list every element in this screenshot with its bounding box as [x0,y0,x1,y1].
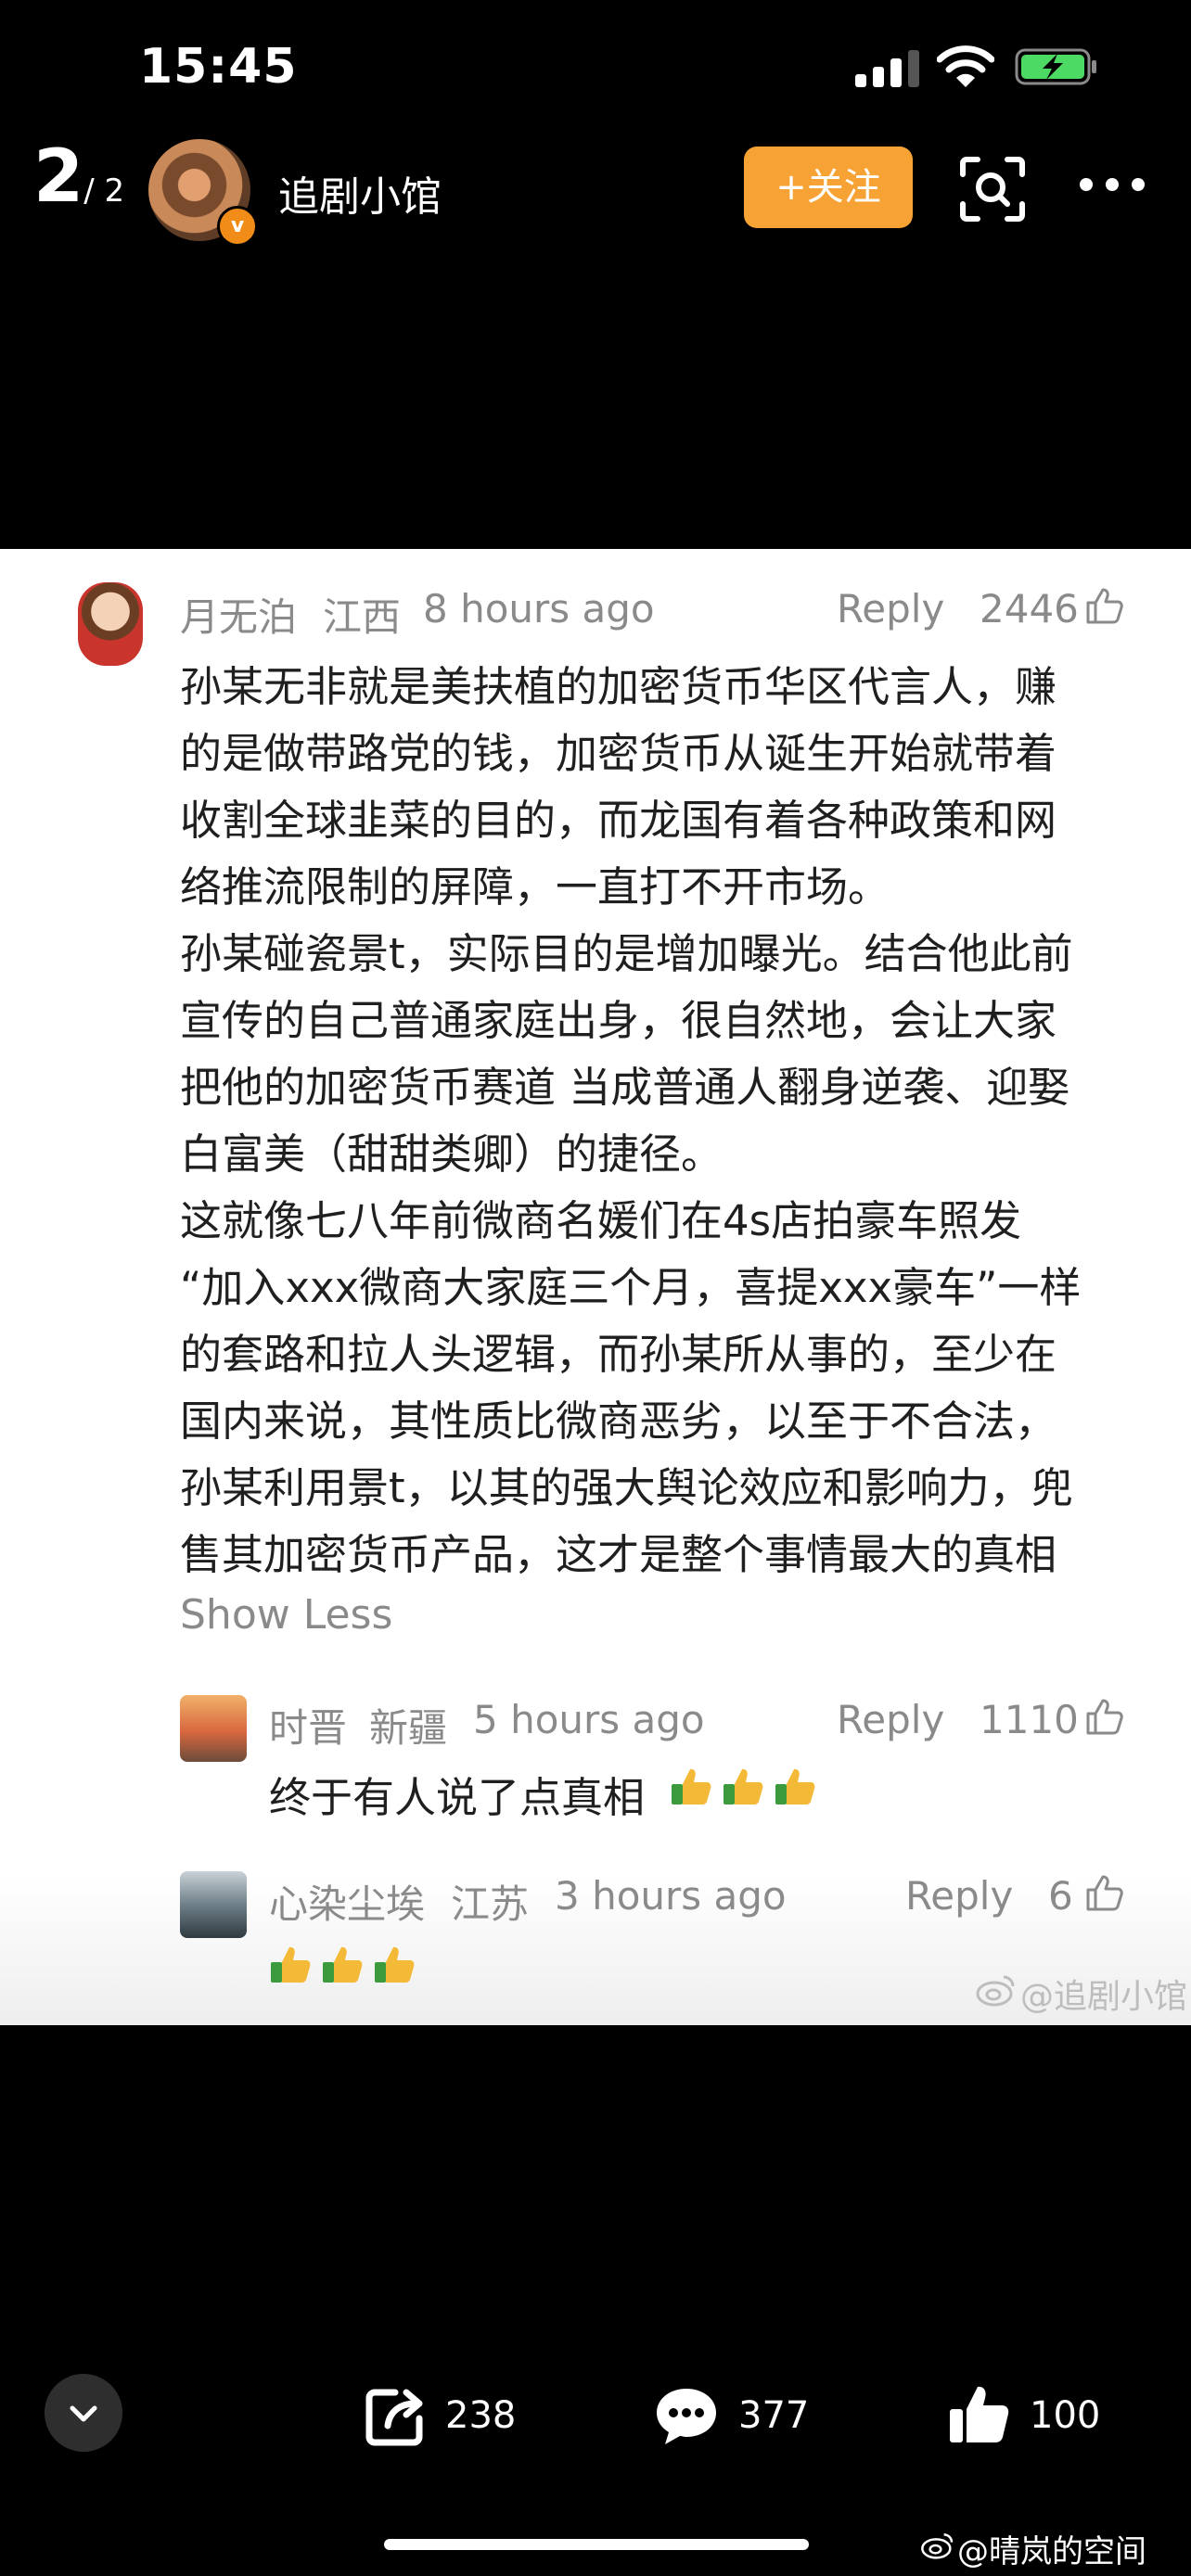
follow-button[interactable]: +关注 [744,147,913,228]
comment-time: 3 hours ago [555,1873,787,1919]
comment-line: 把他的加密货币赛道 当成普通人翻身逆袭、迎娶 [180,1063,1070,1112]
comment-line: 白富美（甜甜类卿）的捷径。 [180,1129,724,1179]
thumb-up-icon[interactable] [1085,1873,1124,1912]
thumbs-up-emoji-icon [724,1768,763,1804]
comment-region: 新疆 [369,1705,448,1751]
like-count: 1110 [980,1697,1079,1742]
thumbs-up-emoji-icon [672,1768,711,1804]
comment-text: 终于有人说了点真相 [269,1773,646,1822]
reply-button[interactable]: Reply [837,586,944,631]
thumbs-up-emoji-icon [375,1946,415,1983]
comment-user[interactable]: 心染尘埃 [269,1873,425,1930]
comment-line: 孙某碰瓷景t，实际目的是增加曝光。结合他此前 [180,929,1073,978]
comment-line: 孙某利用景t，以其的强大舆论效应和影响力，兜 [180,1463,1073,1512]
reply-button[interactable]: Reply [905,1873,1013,1919]
page-indicator: 2/ 2 [33,141,124,213]
comment-line: 售其加密货币产品，这才是整个事情最大的真相 [180,1530,1057,1579]
comment-screenshot: 月无泊 江西 8 hours ago Reply 2446 孙某无非就是美扶植的… [0,549,1191,2025]
comment-line: 孙某无非就是美扶植的加密货币华区代言人，赚 [180,662,1057,711]
home-indicator[interactable] [384,2539,809,2550]
share-count: 238 [445,2394,517,2437]
comment-region: 江苏 [451,1881,530,1927]
collapse-chevron-icon[interactable] [45,2374,122,2452]
show-less-link[interactable]: Show Less [180,1591,392,1639]
comment-time: 8 hours ago [423,586,655,631]
verified-badge-icon: v [217,206,258,247]
comment-count: 377 [738,2394,810,2437]
battery-charging-icon [1015,48,1096,85]
like-count: 2446 [980,586,1079,631]
like-count-total: 100 [1030,2394,1101,2437]
comment-time: 5 hours ago [473,1697,705,1742]
signal-icon [855,48,920,87]
like-count: 6 [1048,1873,1073,1919]
comment-line: 宣传的自己普通家庭出身，很自然地，会让大家 [180,996,1057,1045]
comment-line: 的套路和拉人头逻辑，而孙某所从事的，至少在 [180,1330,1057,1379]
comment-line: 这就像七八年前微商名媛们在4s店拍豪车照发 [180,1196,1022,1245]
thumbs-up-emoji-icon [323,1946,363,1983]
status-time: 15:45 [139,39,298,95]
repost-watermark: @晴岚的空间 [957,2533,1146,2570]
thumbs-up-emoji-icon [775,1768,815,1804]
commenter-avatar[interactable] [78,582,143,666]
wifi-icon [937,45,994,87]
weibo-logo-icon [976,1975,1015,2007]
commenter-avatar[interactable] [180,1695,247,1762]
thumbs-up-emoji-icon [271,1946,311,1983]
comment-line: 国内来说，其性质比微商恶劣，以至于不合法， [180,1396,1057,1446]
comment-user[interactable]: 月无泊 [180,586,297,643]
thumb-up-icon[interactable] [1085,586,1124,625]
comment-line: 的是做带路党的钱，加密货币从诞生开始就带着 [180,729,1057,778]
scan-icon[interactable] [959,156,1026,223]
page-total: / 2 [83,172,125,210]
comment-line: “加入xxx微商大家庭三个月，喜提xxx豪车”一样 [180,1263,1082,1312]
like-icon[interactable] [946,2381,1013,2448]
thumb-up-icon[interactable] [1085,1697,1124,1736]
share-icon[interactable] [362,2383,429,2450]
commenter-avatar[interactable] [180,1871,247,1938]
comment-line: 络推流限制的屏障，一直打不开市场。 [180,862,890,912]
comment-region: 江西 [323,594,402,640]
account-name[interactable]: 追剧小馆 [278,163,442,223]
comment-line: 收割全球韭菜的目的，而龙国有着各种政策和网 [180,796,1057,845]
comment-icon[interactable] [653,2383,720,2450]
weibo-logo-icon [921,2533,954,2559]
more-icon[interactable] [1080,178,1145,197]
page-current: 2 [33,135,84,219]
comment-user[interactable]: 时晋 [269,1697,347,1753]
watermark: @追剧小馆 [1020,1978,1188,2016]
reply-button[interactable]: Reply [837,1697,944,1742]
